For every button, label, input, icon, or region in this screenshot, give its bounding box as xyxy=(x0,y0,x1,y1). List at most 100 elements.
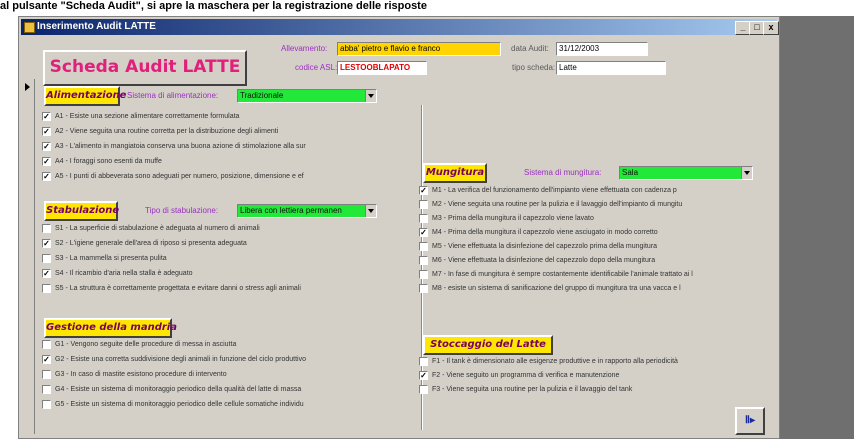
checkbox[interactable] xyxy=(419,200,428,209)
checkbox[interactable]: ✓ xyxy=(419,228,428,237)
mungitura-item[interactable]: M6 - Viene effettuata la disinfezione de… xyxy=(419,255,759,266)
alimentazione-header[interactable]: Alimentazione xyxy=(44,86,126,106)
data-audit-field[interactable]: 31/12/2003 xyxy=(556,42,648,56)
checkbox-label: F3 - Viene seguita una routine per la pu… xyxy=(432,386,633,393)
gestione-item[interactable]: G5 - Esiste un sistema di monitoraggio p… xyxy=(42,399,397,410)
column-divider xyxy=(421,105,423,430)
gestione-item[interactable]: G4 - Esiste un sistema di monitoraggio p… xyxy=(42,384,397,395)
stoccaggio-item[interactable]: ✓ F2 - Viene seguito un programma di veri… xyxy=(419,370,759,381)
asl-field[interactable]: LESTOOBLAPATO xyxy=(337,61,427,75)
tipo-scheda-label: tipo scheda: xyxy=(512,63,556,72)
mungitura-item[interactable]: M7 - In fase di mungitura è sempre costa… xyxy=(419,269,759,280)
stabulazione-item[interactable]: ✓ S2 - L'igiene generale dell'area di rip… xyxy=(42,238,387,249)
sistema-alimentazione-label: Sistema di alimentazione: xyxy=(127,91,219,100)
checkbox[interactable]: ✓ xyxy=(42,127,51,136)
mungitura-item[interactable]: M3 - Prima della mungitura il capezzolo … xyxy=(419,213,759,224)
checkbox-label: A3 - L'alimento in mangiatoia conserva u… xyxy=(55,143,306,150)
mungitura-item[interactable]: M8 - esiste un sistema di sanificazione … xyxy=(419,283,759,294)
window-titlebar[interactable]: Inserimento Audit LATTE _ □ x xyxy=(21,19,779,35)
checkbox[interactable]: ✓ xyxy=(42,269,51,278)
checkbox[interactable] xyxy=(42,340,51,349)
checkbox-label: F2 - Viene seguito un programma di verif… xyxy=(432,372,620,379)
chevron-down-icon[interactable] xyxy=(741,167,752,179)
checkbox-label: S4 - Il ricambio d'aria nella stalla è a… xyxy=(55,270,193,277)
caption-strip: al pulsante "Scheda Audit", si apre la m… xyxy=(0,0,854,13)
checkbox[interactable]: ✓ xyxy=(42,142,51,151)
checkbox[interactable]: ✓ xyxy=(42,239,51,248)
checkbox[interactable] xyxy=(419,385,428,394)
tipo-stabulazione-value: Libera con lettiera permanen xyxy=(240,206,342,215)
sistema-mungitura-value: Sala xyxy=(622,168,639,177)
alimentazione-item[interactable]: ✓ A5 - I punti di abbeverata sono adeguat… xyxy=(42,171,387,182)
checkbox-label: G4 - Esiste un sistema di monitoraggio p… xyxy=(55,386,302,393)
checkbox-label: S2 - L'igiene generale dell'area di ripo… xyxy=(55,240,247,247)
checkbox-label: M3 - Prima della mungitura il capezzolo … xyxy=(432,215,594,222)
checkbox[interactable]: ✓ xyxy=(419,371,428,380)
checkbox-label: M7 - In fase di mungitura è sempre costa… xyxy=(432,271,693,278)
mungitura-item[interactable]: ✓ M4 - Prima della mungitura il capezzolo… xyxy=(419,227,759,238)
sistema-alimentazione-combo[interactable]: Tradizionale xyxy=(237,89,377,103)
chevron-down-icon[interactable] xyxy=(365,205,376,217)
stabulazione-item[interactable]: ✓ S4 - Il ricambio d'aria nella stalla è … xyxy=(42,268,387,279)
checkbox[interactable]: ✓ xyxy=(419,186,428,195)
checkbox[interactable] xyxy=(42,370,51,379)
exit-door-button[interactable]: Ⅱ▸ xyxy=(735,407,765,435)
gestione-mandria-header[interactable]: Gestione della mandria xyxy=(44,318,177,338)
mungitura-header[interactable]: Mungitura xyxy=(423,163,487,183)
sistema-mungitura-label: Sistema di mungitura: xyxy=(524,168,602,177)
checkbox[interactable] xyxy=(419,357,428,366)
checkbox-label: M6 - Viene effettuata la disinfezione de… xyxy=(432,257,656,264)
close-button[interactable]: x xyxy=(763,21,779,35)
checkbox-label: M4 - Prima della mungitura il capezzolo … xyxy=(432,229,658,236)
chevron-down-icon[interactable] xyxy=(365,90,376,102)
checkbox-label: G5 - Esiste un sistema di monitoraggio p… xyxy=(55,401,304,408)
scheda-audit-title-button[interactable]: Scheda Audit LATTE xyxy=(43,50,247,86)
alimentazione-item[interactable]: ✓ A1 - Esiste una sezione alimentare corr… xyxy=(42,111,387,122)
mungitura-item[interactable]: ✓ M1 - La verifica del funzionamento dell… xyxy=(419,185,759,196)
stoccaggio-item[interactable]: F3 - Viene seguita una routine per la pu… xyxy=(419,384,759,395)
allevamento-label: Allevamento: xyxy=(281,44,328,53)
alimentazione-item[interactable]: ✓ A2 - Viene seguita una routine corretta… xyxy=(42,126,387,137)
mungitura-item[interactable]: M2 - Viene seguita una routine per la pu… xyxy=(419,199,759,210)
checkbox[interactable]: ✓ xyxy=(42,172,51,181)
checkbox-label: G1 - Vengono seguite delle procedure di … xyxy=(55,341,237,348)
checkbox-label: M5 - Viene effettuata la disinfezione de… xyxy=(432,243,658,250)
checkbox[interactable] xyxy=(419,256,428,265)
asl-label: codice ASL: xyxy=(295,63,338,72)
allevamento-field[interactable]: abba' pietro e flavio e franco xyxy=(337,42,501,56)
checkbox[interactable]: ✓ xyxy=(42,157,51,166)
tipo-stabulazione-combo[interactable]: Libera con lettiera permanen xyxy=(237,204,377,218)
checkbox[interactable] xyxy=(419,214,428,223)
checkbox[interactable] xyxy=(419,284,428,293)
checkbox[interactable]: ✓ xyxy=(42,355,51,364)
checkbox[interactable] xyxy=(42,284,51,293)
stabulazione-header[interactable]: Stabulazione xyxy=(44,201,119,221)
alimentazione-item[interactable]: ✓ A3 - L'alimento in mangiatoia conserva … xyxy=(42,141,387,152)
tipo-scheda-field[interactable]: Latte xyxy=(556,61,666,75)
data-audit-label: data Audit: xyxy=(511,44,549,53)
stabulazione-item[interactable]: S1 - La superficie di stabulazione è ade… xyxy=(42,223,387,234)
sistema-mungitura-combo[interactable]: Sala xyxy=(619,166,753,180)
checkbox[interactable] xyxy=(42,400,51,409)
checkbox[interactable]: ✓ xyxy=(42,112,51,121)
gestione-item[interactable]: G1 - Vengono seguite delle procedure di … xyxy=(42,339,397,350)
alimentazione-item[interactable]: ✓ A4 - I foraggi sono esenti da muffe xyxy=(42,156,387,167)
app-icon xyxy=(24,22,35,33)
checkbox-label: A4 - I foraggi sono esenti da muffe xyxy=(55,158,162,165)
checkbox[interactable] xyxy=(419,270,428,279)
checkbox-label: S1 - La superficie di stabulazione è ade… xyxy=(55,225,260,232)
gestione-item[interactable]: G3 - In caso di mastite esistono procedu… xyxy=(42,369,397,380)
record-selector[interactable] xyxy=(22,79,35,434)
checkbox[interactable] xyxy=(42,385,51,394)
checkbox[interactable] xyxy=(42,224,51,233)
checkbox[interactable] xyxy=(419,242,428,251)
stabulazione-item[interactable]: S5 - La struttura è correttamente proget… xyxy=(42,283,387,294)
stoccaggio-header[interactable]: Stoccaggio del Latte xyxy=(423,335,553,355)
current-record-arrow-icon xyxy=(25,83,30,91)
stoccaggio-item[interactable]: F1 - Il tank è dimensionato alle esigenz… xyxy=(419,356,759,367)
mungitura-item[interactable]: M5 - Viene effettuata la disinfezione de… xyxy=(419,241,759,252)
gestione-item[interactable]: ✓ G2 - Esiste una corretta suddivisione d… xyxy=(42,354,397,365)
checkbox[interactable] xyxy=(42,254,51,263)
stabulazione-item[interactable]: S3 - La mammella si presenta pulita xyxy=(42,253,387,264)
checkbox-label: M8 - esiste un sistema di sanificazione … xyxy=(432,285,681,292)
